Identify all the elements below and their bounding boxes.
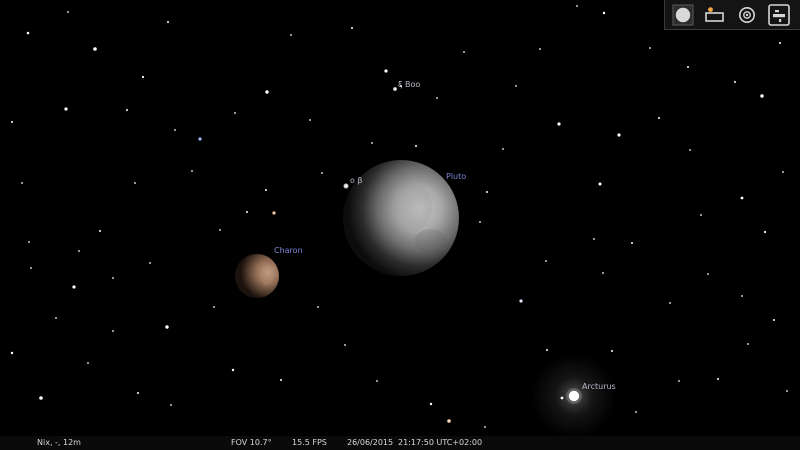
label-xi-boo: ξ Boo <box>398 80 421 89</box>
star-o-boo[interactable] <box>343 183 349 189</box>
full-disk-icon <box>672 4 694 26</box>
label-arcturus: Arcturus <box>582 382 616 391</box>
charon-moon[interactable] <box>235 254 279 298</box>
toolbar-button-telescope[interactable] <box>767 3 791 27</box>
status-fov: FOV 10.7° <box>231 438 272 447</box>
label-pluto: Pluto <box>446 172 467 181</box>
toolbar-button-ocular[interactable] <box>703 3 727 27</box>
status-time[interactable]: 21:17:50 UTC+02:00 <box>398 436 482 450</box>
toolbar-button-full-disk[interactable] <box>671 3 695 27</box>
status-date[interactable]: 26/06/2015 <box>347 436 393 450</box>
sky-view[interactable] <box>0 0 800 450</box>
star-arcturus[interactable] <box>532 354 616 438</box>
label-charon: Charon <box>274 246 303 255</box>
status-location[interactable]: Nix, -, 12m <box>37 436 81 450</box>
ocular-icon <box>705 7 724 22</box>
star-xi-boo[interactable] <box>392 86 398 92</box>
toolbar <box>664 0 800 30</box>
status-bar: Nix, -, 12m FOV 10.7° 15.5 FPS 26/06/201… <box>0 436 800 450</box>
telescope-icon <box>768 4 790 26</box>
toolbar-button-target[interactable] <box>735 3 759 27</box>
label-o-boo: o β <box>350 176 363 185</box>
target-icon <box>739 7 755 23</box>
status-fps: 15.5 FPS <box>292 438 327 447</box>
